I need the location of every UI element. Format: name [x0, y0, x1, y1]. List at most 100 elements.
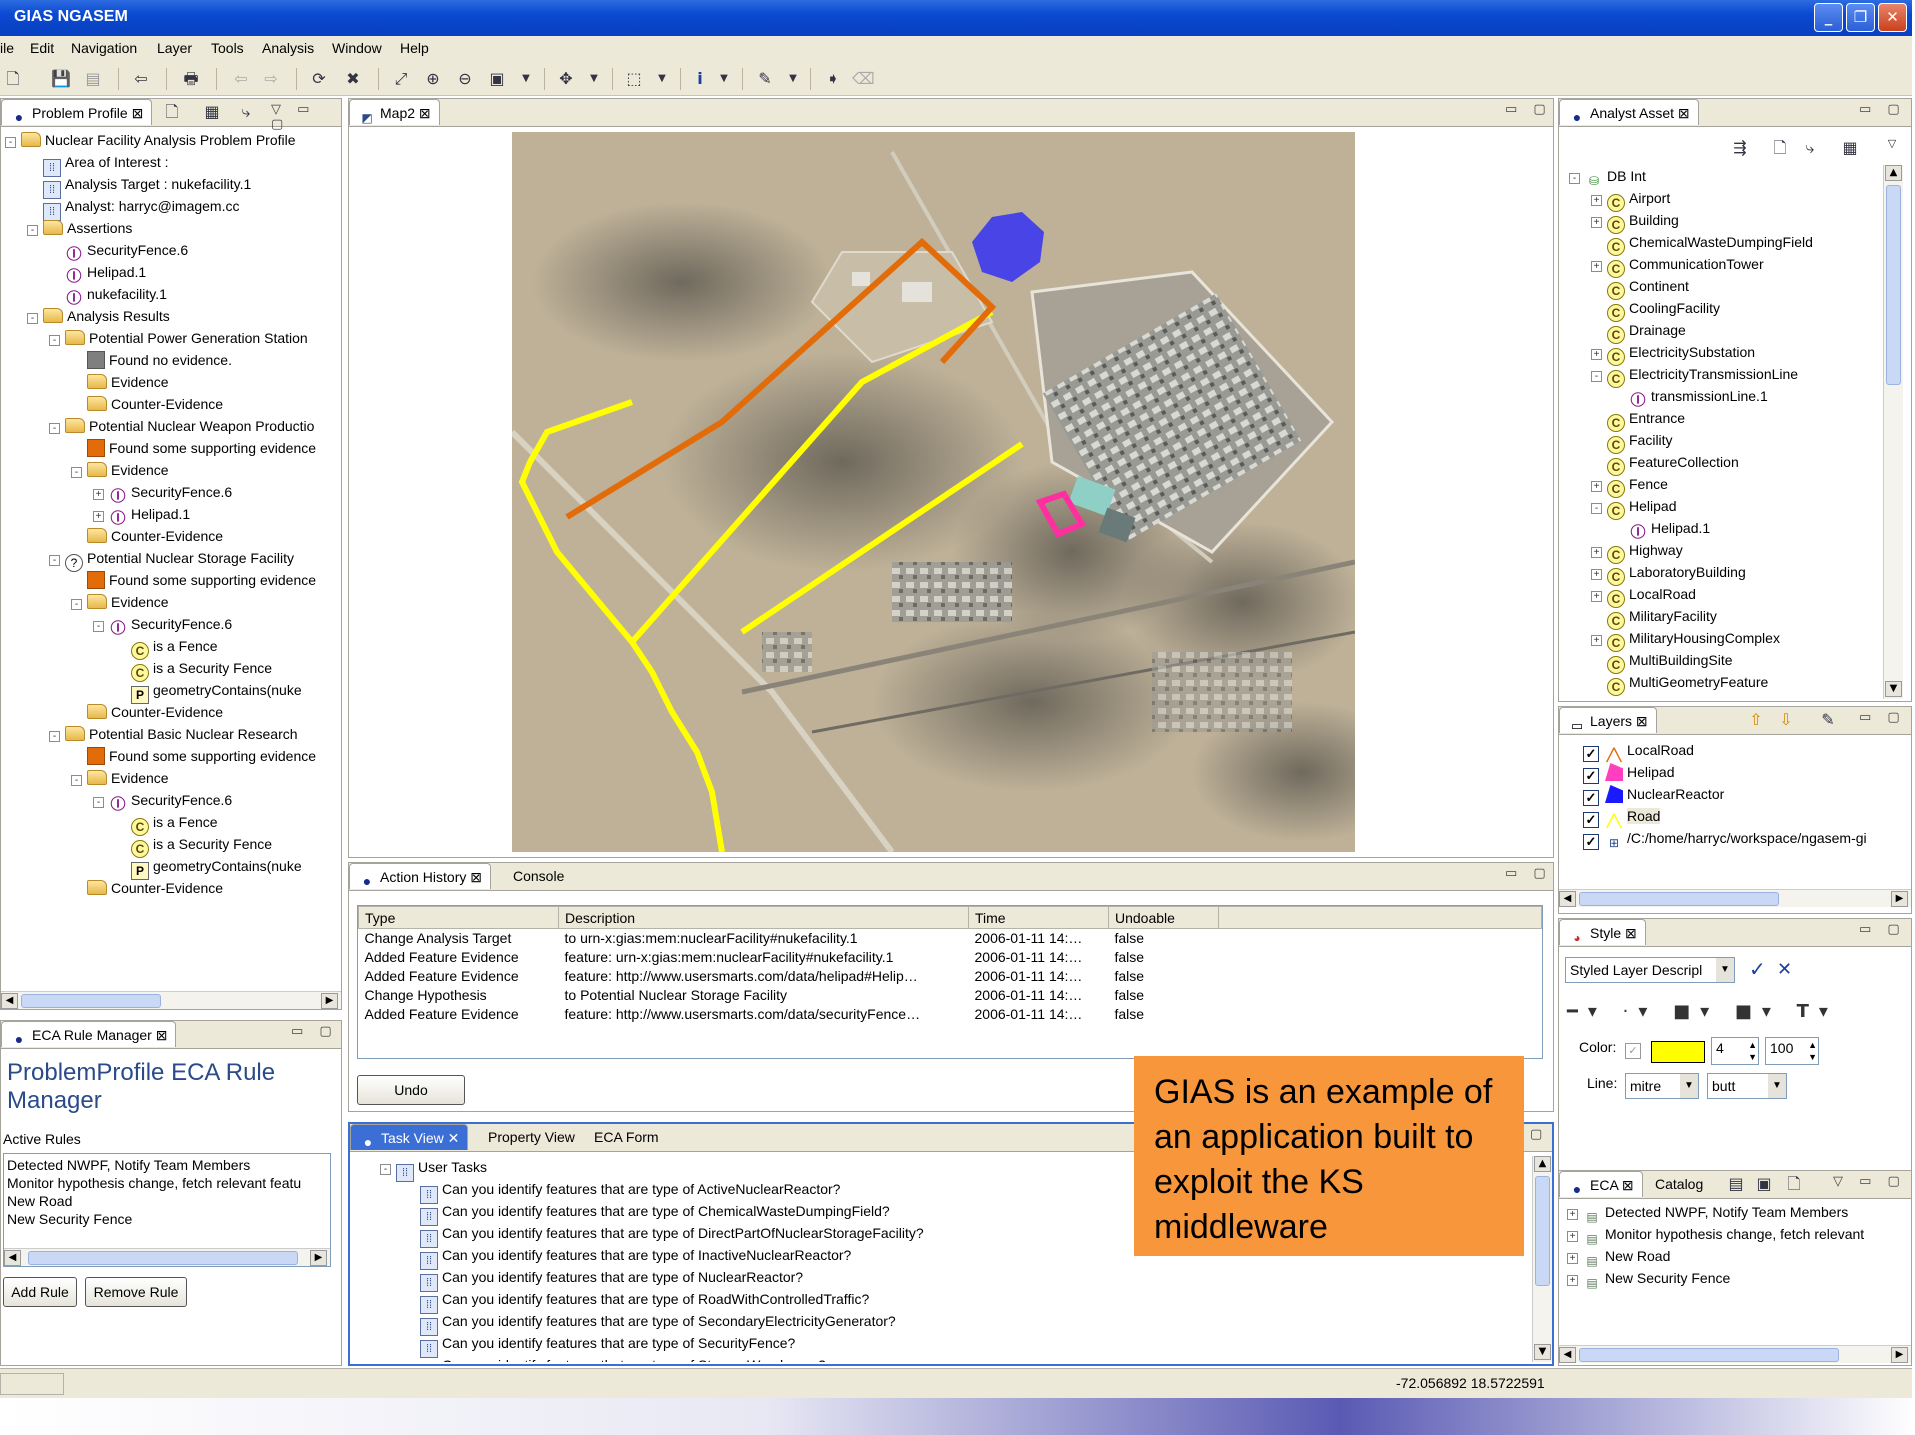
layer-item[interactable]: ✓ ⊞ /C:/home/harryc/workspace/ngasem-gi	[1583, 827, 1867, 850]
menu-navigation[interactable]: Navigation	[71, 40, 137, 56]
scroll-right-icon[interactable]: ▶	[321, 993, 338, 1009]
list-item[interactable]: Detected NWPF, Notify Team Members	[7, 1156, 327, 1174]
tree-item[interactable]: - ⛁ DB Int	[1569, 165, 1646, 188]
stop-icon[interactable]: ✖	[342, 68, 364, 90]
scroll-down-icon[interactable]: ▼	[1534, 1344, 1551, 1360]
tree-item[interactable]: C Drainage	[1591, 319, 1686, 344]
list-item[interactable]: New Road	[7, 1192, 327, 1210]
edit-tool-icon[interactable]: ✎	[754, 68, 776, 90]
eca-item[interactable]: + ▤ New Road	[1567, 1245, 1670, 1268]
task-item[interactable]: ⁞⁞Can you identify features that are typ…	[420, 1200, 890, 1226]
tree-item[interactable]: Counter-Evidence	[71, 393, 223, 415]
tree-item[interactable]: C MilitaryFacility	[1591, 605, 1717, 630]
tab-style[interactable]: ◕ Style ⊠	[1559, 919, 1646, 945]
info-icon[interactable]: i	[689, 68, 711, 90]
tree-item[interactable]: C FeatureCollection	[1591, 451, 1739, 476]
expand-icon[interactable]: +	[1591, 635, 1602, 646]
tree-item[interactable]: C MultiGeometryFeature	[1591, 671, 1768, 696]
tree-item[interactable]: - Potential Basic Nuclear Research	[49, 723, 298, 745]
import-icon[interactable]: ⇶	[1729, 137, 1751, 159]
tree-item[interactable]: + C Building	[1591, 209, 1679, 234]
chevron-down-icon[interactable]: ▼	[713, 68, 735, 90]
scroll-left-icon[interactable]: ◀	[1, 993, 18, 1009]
scroll-right-icon[interactable]: ▶	[310, 1250, 327, 1266]
tab-console[interactable]: Console	[505, 863, 572, 889]
tree-item[interactable]: Evidence	[71, 371, 169, 393]
collapse-icon[interactable]: -	[49, 731, 60, 742]
eca-item[interactable]: + ▤ Monitor hypothesis change, fetch relev…	[1567, 1223, 1864, 1246]
new-icon[interactable]: 🗋	[1783, 1173, 1805, 1195]
menu-help[interactable]: Help	[400, 40, 429, 56]
expand-icon[interactable]: +	[1591, 547, 1602, 558]
scroll-right-icon[interactable]: ▶	[1891, 1347, 1908, 1363]
grid-icon[interactable]: ▦	[201, 101, 223, 123]
line-cap-select[interactable]: butt ▼	[1707, 1073, 1787, 1099]
view-menu-icon[interactable]: ▭ ▢	[1505, 866, 1552, 881]
collapse-icon[interactable]: -	[1591, 503, 1602, 514]
task-item[interactable]: ⁞⁞Can you identify features that are typ…	[420, 1288, 869, 1314]
layer-item[interactable]: ✓ Helipad	[1583, 761, 1674, 784]
vertical-scrollbar[interactable]: ▲ ▼	[1532, 1156, 1552, 1362]
stroke-toolbar[interactable]: ━▾ ·▾ ■▾ ■▾ T▾	[1567, 1001, 1838, 1022]
eca-item[interactable]: + ▤ New Security Fence	[1567, 1267, 1730, 1290]
collapse-icon[interactable]: -	[71, 467, 82, 478]
tab-eca-form[interactable]: ECA Form	[586, 1124, 667, 1150]
table-row[interactable]: Added Feature Evidence feature: http://ww…	[359, 1005, 1542, 1024]
task-item[interactable]: ⁞⁞Can you identify features that are typ…	[420, 1244, 851, 1270]
view-menu-icon[interactable]: ▭ ▢	[1859, 922, 1906, 937]
collapse-icon[interactable]: -	[1569, 173, 1580, 184]
tree-item[interactable]: Ⓘ Helipad.1	[1613, 517, 1710, 541]
apply-icon[interactable]: ✓	[1749, 957, 1766, 981]
expand-icon[interactable]: +	[1591, 195, 1602, 206]
grid-icon[interactable]: ▤	[1725, 1173, 1747, 1195]
tree-item[interactable]: ⒾtransmissionLine.1	[1613, 385, 1767, 409]
pan-icon[interactable]: ✥	[555, 68, 577, 90]
tree-item[interactable]: ⁞⁞ Area of Interest :	[27, 151, 169, 177]
tree-item[interactable]: + C Airport	[1591, 187, 1670, 212]
col-type[interactable]: Type	[358, 906, 559, 929]
expand-icon[interactable]: +	[1591, 481, 1602, 492]
width-stepper[interactable]: 4 ▲ ▼	[1711, 1037, 1759, 1065]
table-row[interactable]: Added Feature Evidence feature: urn-x:gia…	[359, 948, 1542, 967]
view-menu-icon[interactable]: ▭ ▢	[1859, 710, 1906, 725]
menu-window[interactable]: Window	[332, 40, 382, 56]
expand-icon[interactable]: +	[1591, 569, 1602, 580]
view-menu-icon[interactable]: ▭ ▢	[1505, 102, 1552, 117]
vertical-scrollbar[interactable]: ▲ ▼	[1883, 165, 1903, 699]
tree-item[interactable]: Found no evidence.	[71, 349, 232, 371]
cancel-icon[interactable]: ✕	[1777, 959, 1792, 980]
save-all-icon[interactable]: ▤	[82, 68, 104, 90]
tree-item[interactable]: - C Helipad	[1591, 495, 1676, 520]
task-item[interactable]: ⁞⁞Can you identify features that are typ…	[420, 1266, 803, 1292]
scroll-left-icon[interactable]: ◀	[1559, 891, 1576, 907]
scroll-left-icon[interactable]: ◀	[1559, 1347, 1576, 1363]
refresh-icon[interactable]: ⟳	[308, 68, 330, 90]
tree-item[interactable]: + C LaboratoryBuilding	[1591, 561, 1746, 586]
tree-item[interactable]: Counter-Evidence	[71, 877, 223, 899]
layer-visibility-checkbox[interactable]: ✓	[1583, 834, 1599, 850]
active-rules-list[interactable]: Detected NWPF, Notify Team Members Monito…	[3, 1153, 331, 1267]
task-item[interactable]: ⁞⁞Can you identify features that are typ…	[420, 1332, 795, 1358]
add-rule-button[interactable]: Add Rule	[3, 1277, 77, 1307]
undo-button[interactable]: Undo	[357, 1075, 465, 1105]
minimize-button[interactable]: _	[1814, 3, 1843, 32]
nav-forward-icon[interactable]: ⇨	[260, 68, 282, 90]
grid-icon[interactable]: ▦	[1839, 137, 1861, 159]
tree-item[interactable]: Found some supporting evidence	[71, 745, 316, 767]
tree-item[interactable]: + Ⓘ Helipad.1	[93, 503, 190, 527]
expand-icon[interactable]: +	[93, 511, 104, 522]
menu-layer[interactable]: Layer	[157, 40, 192, 56]
tree-item[interactable]: Cis a Fence	[115, 811, 218, 836]
menu-tools[interactable]: Tools	[211, 40, 244, 56]
chevron-down-icon[interactable]: ▼	[515, 68, 537, 90]
tree-item[interactable]: - Nuclear Facility Analysis Problem Profi…	[5, 129, 296, 151]
tab-action-history[interactable]: ● Action History ⊠	[349, 863, 491, 889]
collapse-icon[interactable]: -	[71, 775, 82, 786]
tab-analyst-asset[interactable]: ● Analyst Asset ⊠	[1559, 99, 1699, 125]
collapse-icon[interactable]: -	[27, 225, 38, 236]
tree-item[interactable]: Ⓘ Helipad.1	[49, 261, 146, 285]
tree-item[interactable]: -? Potential Nuclear Storage Facility	[49, 547, 294, 572]
zoom-in-icon[interactable]: ⊕	[422, 68, 444, 90]
tree-item[interactable]: - ⁞⁞ User Tasks	[380, 1156, 487, 1182]
print-icon[interactable]: 🖶	[180, 68, 202, 90]
